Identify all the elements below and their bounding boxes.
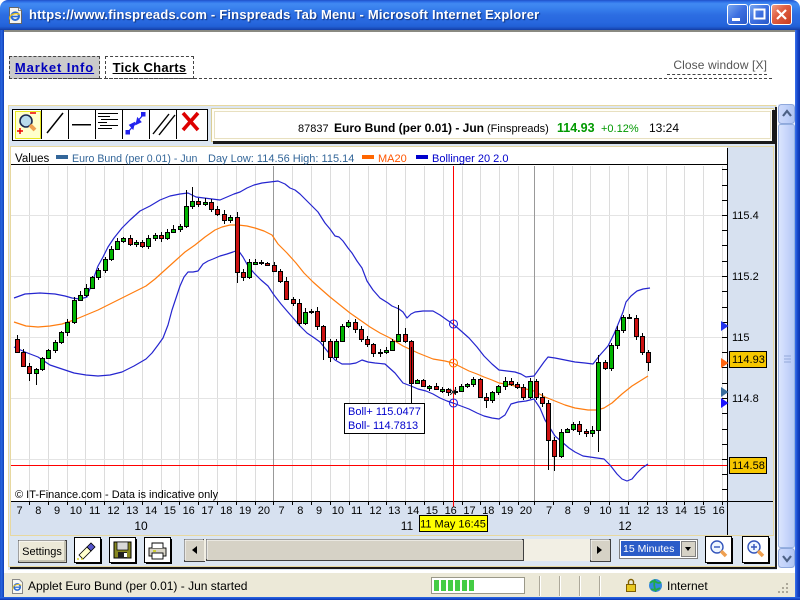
svg-text:12: 12 [637, 505, 649, 517]
svg-text:114.8: 114.8 [732, 393, 759, 405]
svg-text:Euro Bund (per 0.01) - Jun: Euro Bund (per 0.01) - Jun [72, 153, 198, 165]
svg-text:87837: 87837 [298, 123, 329, 135]
svg-text:20: 20 [258, 505, 270, 517]
svg-text:8: 8 [297, 505, 303, 517]
svg-text:9: 9 [54, 505, 60, 517]
svg-text:Boll+ 115.0477: Boll+ 115.0477 [348, 406, 421, 418]
svg-text:19: 19 [501, 505, 513, 517]
svg-text:13:24: 13:24 [649, 121, 679, 135]
svg-text:10: 10 [332, 505, 344, 517]
svg-text:11: 11 [619, 505, 630, 517]
svg-text:12: 12 [107, 505, 119, 517]
svg-text:8: 8 [35, 505, 41, 517]
svg-text:14: 14 [145, 505, 157, 517]
svg-text:12: 12 [618, 519, 632, 533]
svg-text:13: 13 [126, 505, 138, 517]
svg-text:9: 9 [584, 505, 590, 517]
svg-text:8: 8 [565, 505, 571, 517]
svg-text:7: 7 [546, 505, 552, 517]
svg-text:15 Minutes: 15 Minutes [623, 543, 674, 555]
svg-text:19: 19 [239, 505, 251, 517]
svg-text:10: 10 [134, 519, 148, 533]
svg-text:13: 13 [388, 505, 400, 517]
svg-text:7: 7 [278, 505, 284, 517]
svg-text:7: 7 [16, 505, 22, 517]
svg-text:115.4: 115.4 [732, 210, 759, 222]
svg-text:(Finspreads): (Finspreads) [487, 123, 549, 135]
svg-text:115.2: 115.2 [732, 271, 759, 283]
svg-text:Values: Values [15, 153, 50, 165]
svg-text:14: 14 [407, 505, 419, 517]
svg-text:14: 14 [675, 505, 687, 517]
svg-text:13: 13 [656, 505, 668, 517]
svg-text:+0.12%: +0.12% [601, 123, 639, 135]
svg-text:© IT-Finance.com - Data is ind: © IT-Finance.com - Data is indicative on… [15, 489, 219, 501]
svg-text:9: 9 [316, 505, 322, 517]
svg-text:114.58: 114.58 [732, 460, 765, 472]
svg-text:114.93: 114.93 [732, 354, 765, 366]
svg-text:12: 12 [369, 505, 381, 517]
svg-text:11: 11 [351, 505, 362, 517]
svg-text:Euro Bund (per 0.01) - Jun: Euro Bund (per 0.01) - Jun [334, 121, 484, 135]
svg-text:16: 16 [713, 505, 725, 517]
svg-text:115: 115 [732, 332, 750, 344]
svg-text:15: 15 [164, 505, 176, 517]
svg-text:20: 20 [520, 505, 532, 517]
svg-text:Settings: Settings [22, 546, 62, 558]
svg-text:Boll- 114.7813: Boll- 114.7813 [348, 420, 418, 432]
svg-text:16: 16 [183, 505, 195, 517]
svg-text:11: 11 [89, 505, 100, 517]
svg-text:18: 18 [220, 505, 232, 517]
svg-text:114.93: 114.93 [557, 121, 595, 135]
svg-text:Day Low: 114.56 High: 115.14: Day Low: 114.56 High: 115.14 [208, 153, 354, 165]
svg-text:15: 15 [694, 505, 706, 517]
svg-text:Bollinger 20 2.0: Bollinger 20 2.0 [432, 153, 508, 165]
svg-text:11: 11 [401, 519, 414, 533]
svg-text:10: 10 [70, 505, 82, 517]
svg-text:17: 17 [201, 505, 213, 517]
svg-text:MA20: MA20 [378, 153, 407, 165]
svg-text:11 May 16:45: 11 May 16:45 [420, 519, 486, 531]
svg-text:10: 10 [599, 505, 611, 517]
